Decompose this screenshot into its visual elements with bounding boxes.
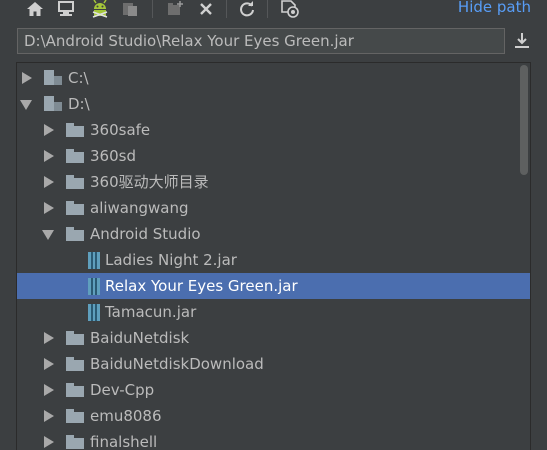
delete-icon[interactable] — [195, 0, 217, 18]
tree-item-label: C:\ — [68, 69, 89, 87]
new-folder-icon[interactable] — [164, 0, 186, 18]
tree-item-label: Dev-Cpp — [90, 381, 155, 399]
chevron-right-icon[interactable] — [44, 202, 54, 214]
chevron-right-icon[interactable] — [44, 176, 54, 188]
folder-icon — [66, 409, 84, 423]
tree-item-label: D:\ — [68, 95, 90, 113]
chevron-right-icon[interactable] — [22, 72, 32, 84]
chevron-right-icon[interactable] — [44, 384, 54, 396]
chevron-right-icon[interactable] — [44, 358, 54, 370]
tree-item-label: BaiduNetdisk — [90, 329, 190, 347]
folder-icon — [66, 435, 84, 449]
tree-item-label: 360safe — [90, 121, 151, 139]
tree-row[interactable]: Tamacun.jar — [17, 299, 530, 325]
tree-item-label: finalshell — [90, 433, 158, 450]
toolbar-separator — [226, 0, 227, 18]
folder-icon — [66, 149, 84, 163]
folder-icon — [66, 123, 84, 137]
folder-icon — [66, 201, 84, 215]
hide-path-link[interactable]: Hide path — [458, 0, 531, 16]
tree-item-label: 360驱动大师目录 — [90, 173, 209, 191]
project-icon[interactable] — [119, 0, 141, 18]
toolbar-separator — [152, 0, 153, 18]
file-tree[interactable]: C:\ D:\ 360safe 360sd 360驱动大师目录 aliwangwang An… — [16, 62, 531, 450]
folder-icon — [66, 357, 84, 371]
tree-row[interactable]: C:\ — [17, 65, 530, 91]
tree-row[interactable]: BaiduNetdisk — [17, 325, 530, 351]
tree-item-label: emu8086 — [90, 407, 162, 425]
chevron-right-icon[interactable] — [44, 410, 54, 422]
jar-file-icon — [88, 252, 100, 269]
tree-row-selected[interactable]: Relax Your Eyes Green.jar — [17, 273, 530, 299]
show-hidden-icon[interactable] — [279, 0, 301, 18]
vertical-scrollbar[interactable] — [520, 65, 528, 175]
android-module-icon[interactable] — [89, 0, 111, 18]
tree-row[interactable]: BaiduNetdiskDownload — [17, 351, 530, 377]
tree-row[interactable]: Dev-Cpp — [17, 377, 530, 403]
chevron-down-icon[interactable] — [20, 100, 32, 110]
chevron-right-icon[interactable] — [44, 150, 54, 162]
tree-row[interactable]: finalshell — [17, 429, 530, 450]
tree-item-label: Relax Your Eyes Green.jar — [105, 277, 298, 295]
drive-icon — [44, 96, 62, 111]
toolbar: Hide path — [0, 0, 547, 22]
tree-row[interactable]: 360驱动大师目录 — [17, 169, 530, 195]
drive-icon — [44, 70, 62, 85]
folder-icon — [66, 175, 84, 189]
tree-row[interactable]: aliwangwang — [17, 195, 530, 221]
desktop-icon[interactable] — [55, 0, 77, 18]
tree-row[interactable]: Ladies Night 2.jar — [17, 247, 530, 273]
tree-row[interactable]: D:\ — [17, 91, 530, 117]
tree-item-label: BaiduNetdiskDownload — [90, 355, 264, 373]
home-icon[interactable] — [24, 0, 46, 18]
chevron-right-icon[interactable] — [44, 124, 54, 136]
chevron-right-icon[interactable] — [44, 332, 54, 344]
tree-item-label: aliwangwang — [90, 199, 189, 217]
refresh-icon[interactable] — [236, 0, 258, 18]
jar-file-icon — [88, 278, 100, 295]
tree-item-label: Ladies Night 2.jar — [105, 251, 237, 269]
folder-icon — [66, 383, 84, 397]
chevron-right-icon[interactable] — [44, 436, 54, 448]
tree-item-label: Android Studio — [90, 225, 201, 243]
tree-item-label: 360sd — [90, 147, 136, 165]
jar-file-icon — [88, 304, 100, 321]
tree-row[interactable]: emu8086 — [17, 403, 530, 429]
tree-item-label: Tamacun.jar — [105, 303, 197, 321]
path-input[interactable]: D:\Android Studio\Relax Your Eyes Green.… — [17, 28, 505, 54]
tree-row[interactable]: 360sd — [17, 143, 530, 169]
folder-icon — [66, 227, 84, 241]
toolbar-separator — [267, 0, 268, 18]
download-icon[interactable] — [513, 32, 531, 50]
tree-row[interactable]: 360safe — [17, 117, 530, 143]
folder-icon — [66, 331, 84, 345]
chevron-down-icon[interactable] — [42, 230, 54, 240]
tree-row[interactable]: Android Studio — [17, 221, 530, 247]
